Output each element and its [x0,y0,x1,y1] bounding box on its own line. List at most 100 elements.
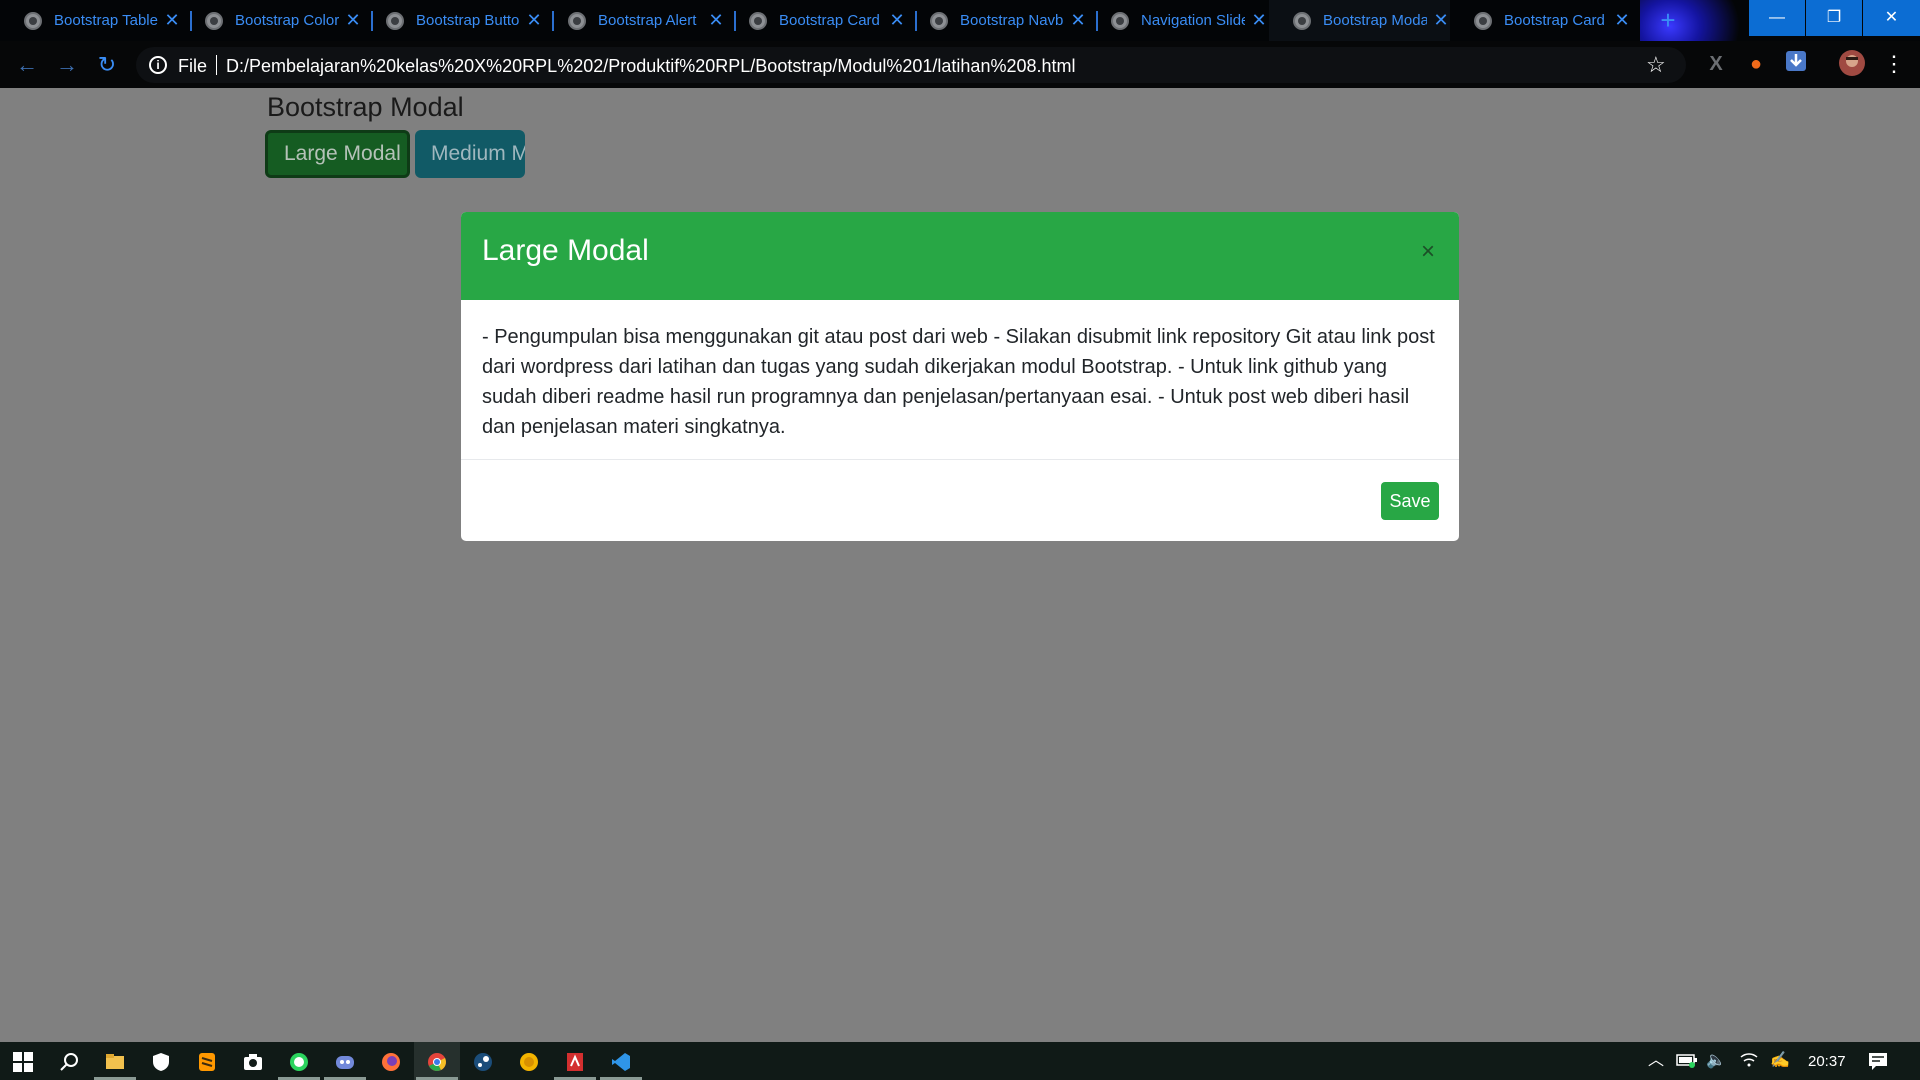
wifi-icon[interactable] [1740,1052,1758,1073]
tab-title: Bootstrap Card [1504,12,1605,29]
tab-title: Bootstrap Color [235,12,339,29]
browser-title-bar: Bootstrap Table ✕ Bootstrap Color ✕ Boot… [0,0,1920,88]
tab-close-icon[interactable]: ✕ [1069,10,1087,30]
back-arrow-icon[interactable]: ← [13,51,41,79]
medium-modal-button[interactable]: Medium Modal [415,130,525,178]
taskbar-file-explorer[interactable] [92,1042,138,1080]
globe-icon [568,12,586,30]
taskbar-sublime-text[interactable] [184,1042,230,1080]
taskbar-steam[interactable] [460,1042,506,1080]
tab-bootstrap-card-2[interactable]: Bootstrap Card ✕ [1450,0,1631,41]
taskbar-acrobat[interactable] [552,1042,598,1080]
page-title: Bootstrap Modal [267,92,464,122]
large-modal-button[interactable]: Large Modal [265,130,410,178]
extension-squirrel-icon[interactable]: ● [1742,50,1770,78]
globe-icon [1111,12,1129,30]
close-icon[interactable]: × [1415,237,1441,267]
clock[interactable]: 20:37 [1808,1053,1846,1070]
forward-arrow-icon[interactable]: → [53,51,81,79]
tab-close-icon[interactable]: ✕ [1250,10,1268,30]
tab-close-icon[interactable]: ✕ [1613,10,1631,30]
globe-icon [386,12,404,30]
windows-taskbar: ︿ 🔈 ✍ 20:37 [0,1042,1920,1080]
vscode-icon [612,1053,630,1071]
taskbar-chrome[interactable] [414,1042,460,1080]
tab-close-icon[interactable]: ✕ [163,10,181,30]
tab-bootstrap-alert[interactable]: Bootstrap Alert ✕ [544,0,736,41]
shield-icon [153,1053,169,1071]
address-bar[interactable]: i File D:/Pembelajaran%20kelas%20X%20RPL… [136,47,1686,83]
taskbar-discord[interactable] [322,1042,368,1080]
notification-icon[interactable] [1868,1052,1888,1075]
tab-title: Bootstrap Card [779,12,880,29]
minimize-button[interactable]: — [1749,0,1805,36]
steam-icon [474,1053,492,1071]
start-button[interactable] [0,1042,46,1080]
search-button[interactable] [46,1042,92,1080]
modal-header: Large Modal × [461,212,1459,300]
norton-icon [520,1053,538,1071]
globe-icon [24,12,42,30]
tab-close-icon[interactable]: ✕ [888,10,906,30]
pen-icon[interactable]: ✍ [1770,1052,1790,1070]
tab-close-icon[interactable]: ✕ [1432,10,1450,30]
reload-icon[interactable]: ↻ [93,51,121,79]
battery-icon[interactable] [1676,1052,1698,1073]
globe-icon [1474,12,1492,30]
new-tab-button[interactable]: + [1655,7,1681,34]
folder-icon [106,1054,124,1069]
globe-icon [749,12,767,30]
whatsapp-icon [290,1053,308,1071]
bookmark-star-icon[interactable]: ☆ [1646,52,1666,78]
taskbar-vscode[interactable] [598,1042,644,1080]
tab-title: Navigation Slider [1141,12,1245,29]
tab-bootstrap-navbar[interactable]: Bootstrap Navbar ✕ [906,0,1098,41]
globe-icon [1293,12,1311,30]
modal-title: Large Modal [482,234,649,267]
tab-title: Bootstrap Alert [598,12,697,29]
volume-icon[interactable]: 🔈 [1706,1052,1726,1070]
globe-icon [930,12,948,30]
page-content: Bootstrap Modal Large Modal Medium Modal… [0,88,1920,1042]
tab-title: Bootstrap Button [416,12,520,29]
taskbar-norton[interactable] [506,1042,552,1080]
taskbar-security[interactable] [138,1042,184,1080]
tab-title: Bootstrap Navbar [960,12,1064,29]
firefox-icon [382,1053,400,1071]
search-icon [60,1053,78,1071]
restore-button[interactable]: ❐ [1806,0,1862,36]
modal-body-text: - Pengumpulan bisa menggunakan git atau … [482,326,1435,438]
menu-dots-icon[interactable]: ⋮ [1880,50,1908,78]
download-extension-icon[interactable] [1782,50,1810,78]
sublime-text-icon [199,1053,215,1071]
globe-icon [205,12,223,30]
modal-footer-divider [461,459,1459,460]
profile-avatar[interactable] [1838,50,1866,78]
tab-bootstrap-card[interactable]: Bootstrap Card ✕ [725,0,917,41]
tab-bootstrap-modal[interactable]: Bootstrap Modal ✕ [1269,0,1450,41]
tab-title: Bootstrap Table [54,12,158,29]
large-modal-dialog: Large Modal × - Pengumpulan bisa menggun… [461,212,1459,541]
windows-logo-icon [13,1052,33,1072]
taskbar-camera[interactable] [230,1042,276,1080]
discord-icon [336,1056,354,1069]
taskbar-firefox[interactable] [368,1042,414,1080]
scheme-label: File [178,56,208,76]
tab-bootstrap-color[interactable]: Bootstrap Color ✕ [181,0,373,41]
acrobat-icon [567,1053,583,1071]
tab-close-icon[interactable]: ✕ [707,10,725,30]
tab-bootstrap-button[interactable]: Bootstrap Button ✕ [362,0,554,41]
extension-x-icon[interactable]: X [1702,50,1730,78]
taskbar-whatsapp[interactable] [276,1042,322,1080]
tab-close-icon[interactable]: ✕ [525,10,543,30]
close-window-button[interactable]: ✕ [1863,0,1920,36]
save-button[interactable]: Save [1381,482,1439,520]
info-icon[interactable]: i [149,56,167,74]
tab-navigation-slider[interactable]: Navigation Slider ✕ [1087,0,1279,41]
url-text[interactable]: D:/Pembelajaran%20kelas%20X%20RPL%202/Pr… [226,56,1076,77]
chevron-up-icon[interactable]: ︿ [1648,1052,1664,1070]
chrome-icon [428,1053,446,1071]
tab-close-icon[interactable]: ✕ [344,10,362,30]
tab-bootstrap-table[interactable]: Bootstrap Table ✕ [0,0,192,41]
browser-toolbar: ← → ↻ i File D:/Pembelajaran%20kelas%20X… [0,41,1920,88]
